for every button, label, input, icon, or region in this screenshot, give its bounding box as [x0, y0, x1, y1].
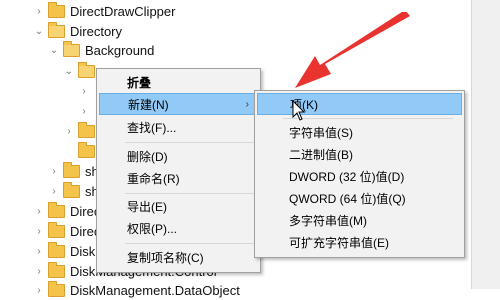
menu-item-rename[interactable]: 重命名(R) [99, 167, 258, 189]
menu-item-copy-key-name[interactable]: 复制项名称(C) [99, 246, 258, 268]
folder-open-icon [78, 61, 95, 78]
tree-node-directdrawclipper[interactable]: › DirectDrawClipper [33, 1, 175, 21]
folder-icon [63, 181, 80, 198]
right-pane-edge [471, 0, 500, 289]
expand-icon[interactable]: › [33, 285, 45, 296]
tree-node-child[interactable]: › [78, 81, 93, 101]
expand-icon[interactable]: › [63, 126, 75, 137]
menu-separator [283, 118, 453, 119]
menu-item-label: 二进制值(B) [289, 147, 353, 162]
menu-separator [125, 243, 255, 244]
folder-icon [48, 1, 65, 18]
menu-item-permissions[interactable]: 权限(P)... [99, 217, 258, 239]
collapse-icon[interactable]: ⌄ [48, 45, 60, 56]
tree-node-label: DiskManagement.DataObject [70, 282, 240, 298]
menu-item-delete[interactable]: 删除(D) [99, 145, 258, 167]
menu-item-new[interactable]: 新建(N) › [99, 93, 258, 115]
tree-node-disk[interactable]: › Disk [33, 241, 95, 261]
expand-icon[interactable]: › [48, 186, 60, 197]
folder-icon [48, 261, 65, 278]
submenu-item-expandable-string-value[interactable]: 可扩充字符串值(E) [257, 231, 462, 253]
menu-item-label: 折叠 [127, 75, 152, 90]
menu-item-label: 复制项名称(C) [127, 250, 204, 265]
tree-node-sh-2[interactable]: › sh [48, 181, 99, 201]
submenu-item-qword-value[interactable]: QWORD (64 位)值(Q) [257, 187, 462, 209]
folder-icon [63, 161, 80, 178]
folder-open-icon [63, 40, 80, 57]
collapse-icon[interactable]: ⌄ [33, 26, 45, 37]
tree-node-child[interactable]: › [78, 101, 93, 121]
menu-item-label: 项(K) [290, 97, 318, 112]
tree-node-shell[interactable]: ⌄ [63, 61, 100, 81]
submenu-item-string-value[interactable]: 字符串值(S) [257, 121, 462, 143]
folder-icon [78, 141, 95, 158]
menu-item-export[interactable]: 导出(E) [99, 195, 258, 217]
menu-item-label: DWORD (32 位)值(D) [289, 169, 405, 184]
tree-node-label: Background [85, 42, 155, 58]
tree-node-direc-2[interactable]: › Direc [33, 221, 100, 241]
menu-separator [125, 142, 255, 143]
folder-open-icon [48, 21, 65, 38]
folder-icon [48, 241, 65, 258]
tree-node-direc-1[interactable]: › Direc [33, 201, 100, 221]
expand-icon[interactable]: › [33, 266, 45, 277]
submenu-item-binary-value[interactable]: 二进制值(B) [257, 143, 462, 165]
menu-separator [125, 193, 255, 194]
submenu-item-dword-value[interactable]: DWORD (32 位)值(D) [257, 165, 462, 187]
mouse-cursor-icon [292, 100, 306, 121]
expand-icon[interactable]: › [33, 206, 45, 217]
tree-node-directory[interactable]: ⌄ Directory [33, 21, 122, 41]
tree-node-label: DirectDrawClipper [70, 3, 176, 19]
menu-item-label: 新建(N) [128, 97, 169, 112]
folder-icon [48, 280, 65, 297]
tree-node-diskmanagement-dataobject[interactable]: › DiskManagement.DataObject [33, 280, 240, 300]
menu-item-label: 重命名(R) [127, 171, 180, 186]
new-submenu: 项(K) 字符串值(S) 二进制值(B) DWORD (32 位)值(D) QW… [254, 90, 465, 258]
folder-icon [48, 221, 65, 238]
expand-icon[interactable]: › [78, 86, 90, 97]
menu-item-label: 权限(P)... [127, 221, 177, 236]
menu-item-label: 字符串值(S) [289, 125, 353, 140]
menu-item-label: 多字符串值(M) [289, 213, 367, 228]
menu-item-label: 可扩充字符串值(E) [289, 235, 389, 250]
menu-item-label: QWORD (64 位)值(Q) [289, 191, 406, 206]
expand-icon[interactable]: › [48, 166, 60, 177]
tree-node-sh-1[interactable]: › sh [48, 161, 99, 181]
menu-item-find[interactable]: 查找(F)... [99, 116, 258, 138]
expand-icon[interactable]: › [33, 246, 45, 257]
submenu-item-key[interactable]: 项(K) [257, 93, 462, 115]
menu-item-collapse[interactable]: 折叠 [99, 71, 258, 93]
tree-node-background[interactable]: ⌄ Background [48, 40, 154, 60]
tree-node-label: Directory [70, 23, 123, 39]
tree-node-child[interactable]: › [63, 121, 100, 141]
menu-item-label: 删除(D) [127, 149, 168, 164]
folder-icon [78, 121, 95, 138]
context-menu: 折叠 新建(N) › 查找(F)... 删除(D) 重命名(R) 导出(E) 权… [96, 68, 261, 273]
submenu-item-multi-string-value[interactable]: 多字符串值(M) [257, 209, 462, 231]
collapse-icon[interactable]: ⌄ [63, 66, 75, 77]
submenu-arrow-icon: › [245, 98, 249, 110]
menu-item-label: 导出(E) [127, 199, 167, 214]
expand-icon[interactable]: › [33, 226, 45, 237]
folder-icon [48, 201, 65, 218]
expand-icon[interactable]: › [78, 106, 90, 117]
tree-node-label: Disk [70, 243, 96, 259]
expand-icon[interactable]: › [33, 6, 45, 17]
menu-item-label: 查找(F)... [127, 120, 177, 135]
